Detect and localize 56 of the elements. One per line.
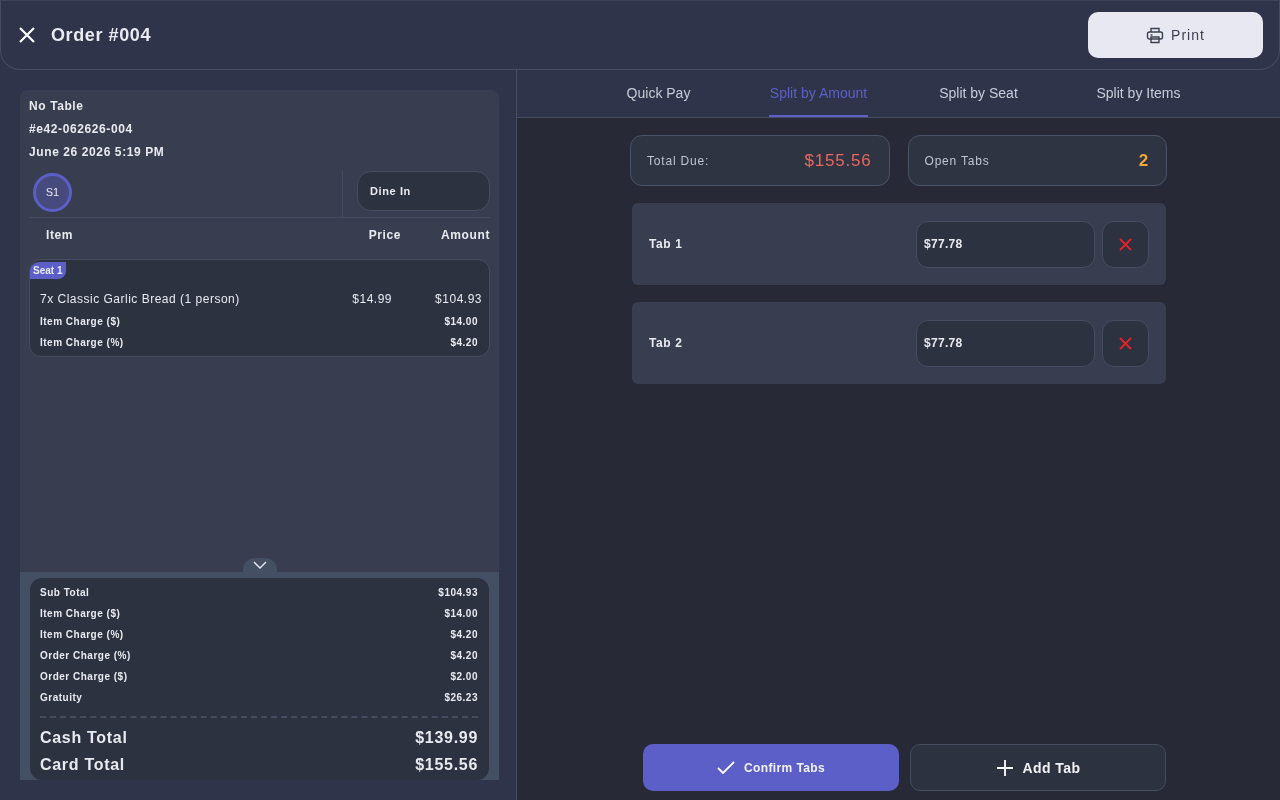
summary-amount: $4.20 — [450, 650, 478, 661]
check-icon — [716, 758, 735, 777]
total-label: Cash Total — [40, 728, 128, 747]
x-icon — [1119, 237, 1132, 251]
close-button[interactable] — [18, 26, 36, 44]
column-header: Amount — [440, 228, 490, 242]
item-amount: $104.93 — [434, 292, 482, 306]
chevron-down-icon — [252, 561, 267, 569]
summary-amount: $2.00 — [450, 671, 478, 682]
print-button[interactable]: Print — [1088, 12, 1263, 58]
item-name: 7x Classic Garlic Bread (1 person) — [40, 292, 241, 306]
add-tab-button[interactable]: Add Tab — [910, 744, 1166, 791]
amount-input[interactable]: $77.78 — [916, 220, 1095, 268]
total-label: Card Total — [40, 755, 125, 774]
charge-label: Item Charge (%) — [40, 337, 124, 348]
total-amount: $139.99 — [415, 728, 478, 747]
summary-label: Item Charge (%) — [40, 629, 124, 640]
column-header: Price — [367, 228, 401, 242]
printer-icon — [1146, 26, 1165, 44]
stat-label: Total Due: — [647, 153, 710, 168]
split-tab-name: Tab 2 — [649, 336, 684, 350]
x-icon — [1119, 336, 1132, 350]
seat-avatar[interactable]: S1 — [33, 172, 72, 212]
table-label: No Table — [29, 98, 85, 115]
summary-amount: $14.00 — [444, 608, 478, 619]
collapse-handle[interactable] — [242, 558, 277, 572]
summary-label: Sub Total — [40, 587, 90, 598]
charge-label: Item Charge ($) — [40, 316, 121, 327]
charge-amount: $4.20 — [450, 337, 478, 348]
total-amount: $155.56 — [415, 755, 478, 774]
stat-label: Open Tabs — [924, 153, 990, 168]
amount-input[interactable]: $77.78 — [916, 319, 1095, 367]
charge-amount: $14.00 — [444, 316, 478, 327]
stat-value: 2 — [1138, 150, 1149, 171]
summary-amount: $104.93 — [438, 587, 478, 598]
plus-icon — [995, 758, 1014, 777]
confirm-button[interactable]: Confirm Tabs — [643, 744, 899, 791]
summary-label: Gratuity — [40, 692, 83, 703]
summary-label: Order Charge ($) — [40, 671, 128, 682]
column-header: Item — [46, 228, 75, 242]
order-number: #e42-062626-004 — [29, 121, 134, 138]
stat-value: $155.56 — [804, 150, 872, 171]
close-icon — [18, 26, 36, 44]
summary-amount: $4.20 — [450, 629, 478, 640]
summary-label: Item Charge ($) — [40, 608, 121, 619]
item-price: $14.99 — [351, 292, 392, 306]
seat-tag: Seat 1 — [30, 262, 67, 279]
payment-tab[interactable]: Split by Items — [1095, 70, 1182, 117]
summary-amount: $26.23 — [444, 692, 478, 703]
summary-label: Order Charge (%) — [40, 650, 131, 661]
order-type-pill[interactable]: Dine In — [357, 171, 490, 211]
order-title: Order #004 — [51, 24, 153, 46]
order-datetime: June 26 2026 5:19 PM — [29, 144, 166, 161]
split-tab-name: Tab 1 — [649, 237, 684, 251]
payment-tab[interactable]: Quick Pay — [625, 70, 692, 117]
payment-tab[interactable]: Split by Seat — [938, 70, 1019, 117]
